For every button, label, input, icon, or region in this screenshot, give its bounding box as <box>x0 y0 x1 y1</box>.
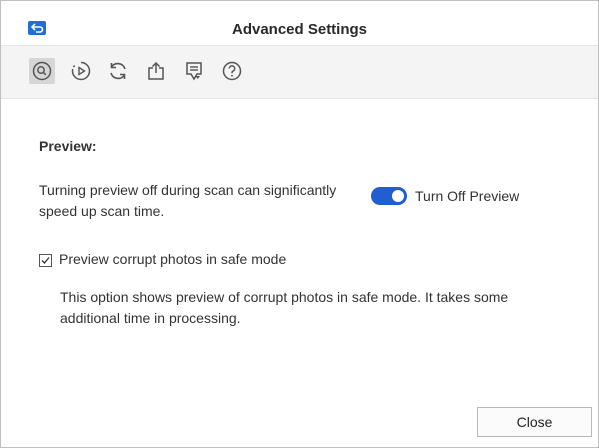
turn-off-preview-toggle[interactable] <box>371 187 407 205</box>
help-icon <box>222 61 242 81</box>
advanced-settings-window: Advanced Settings Preview: Turning previ… <box>0 0 599 448</box>
feedback-icon <box>186 62 202 81</box>
window-title: Advanced Settings <box>231 21 368 38</box>
close-button[interactable]: Close <box>477 407 592 437</box>
turn-off-preview-label: Turn Off Preview <box>415 188 520 204</box>
toggle-knob <box>392 190 404 202</box>
export-button[interactable] <box>143 58 169 84</box>
title-bar: Advanced Settings <box>1 1 598 46</box>
safe-mode-label[interactable]: Preview corrupt photos in safe mode <box>59 251 286 267</box>
scan-icon <box>32 61 52 81</box>
update-button[interactable] <box>105 58 131 84</box>
preview-heading: Preview: <box>39 138 97 154</box>
scan-button[interactable] <box>29 58 55 84</box>
safe-mode-checkbox[interactable] <box>39 254 52 267</box>
safe-mode-note: This option shows preview of corrupt pho… <box>60 289 509 326</box>
export-icon <box>148 61 164 80</box>
preview-button[interactable] <box>68 58 94 84</box>
help-button[interactable] <box>219 58 245 84</box>
preview-icon <box>71 61 91 81</box>
preview-description: Turning preview off during scan can sign… <box>39 182 337 219</box>
feedback-button[interactable] <box>181 58 207 84</box>
checkmark-icon <box>41 257 50 264</box>
toolbar <box>1 46 598 99</box>
update-icon <box>110 62 126 80</box>
